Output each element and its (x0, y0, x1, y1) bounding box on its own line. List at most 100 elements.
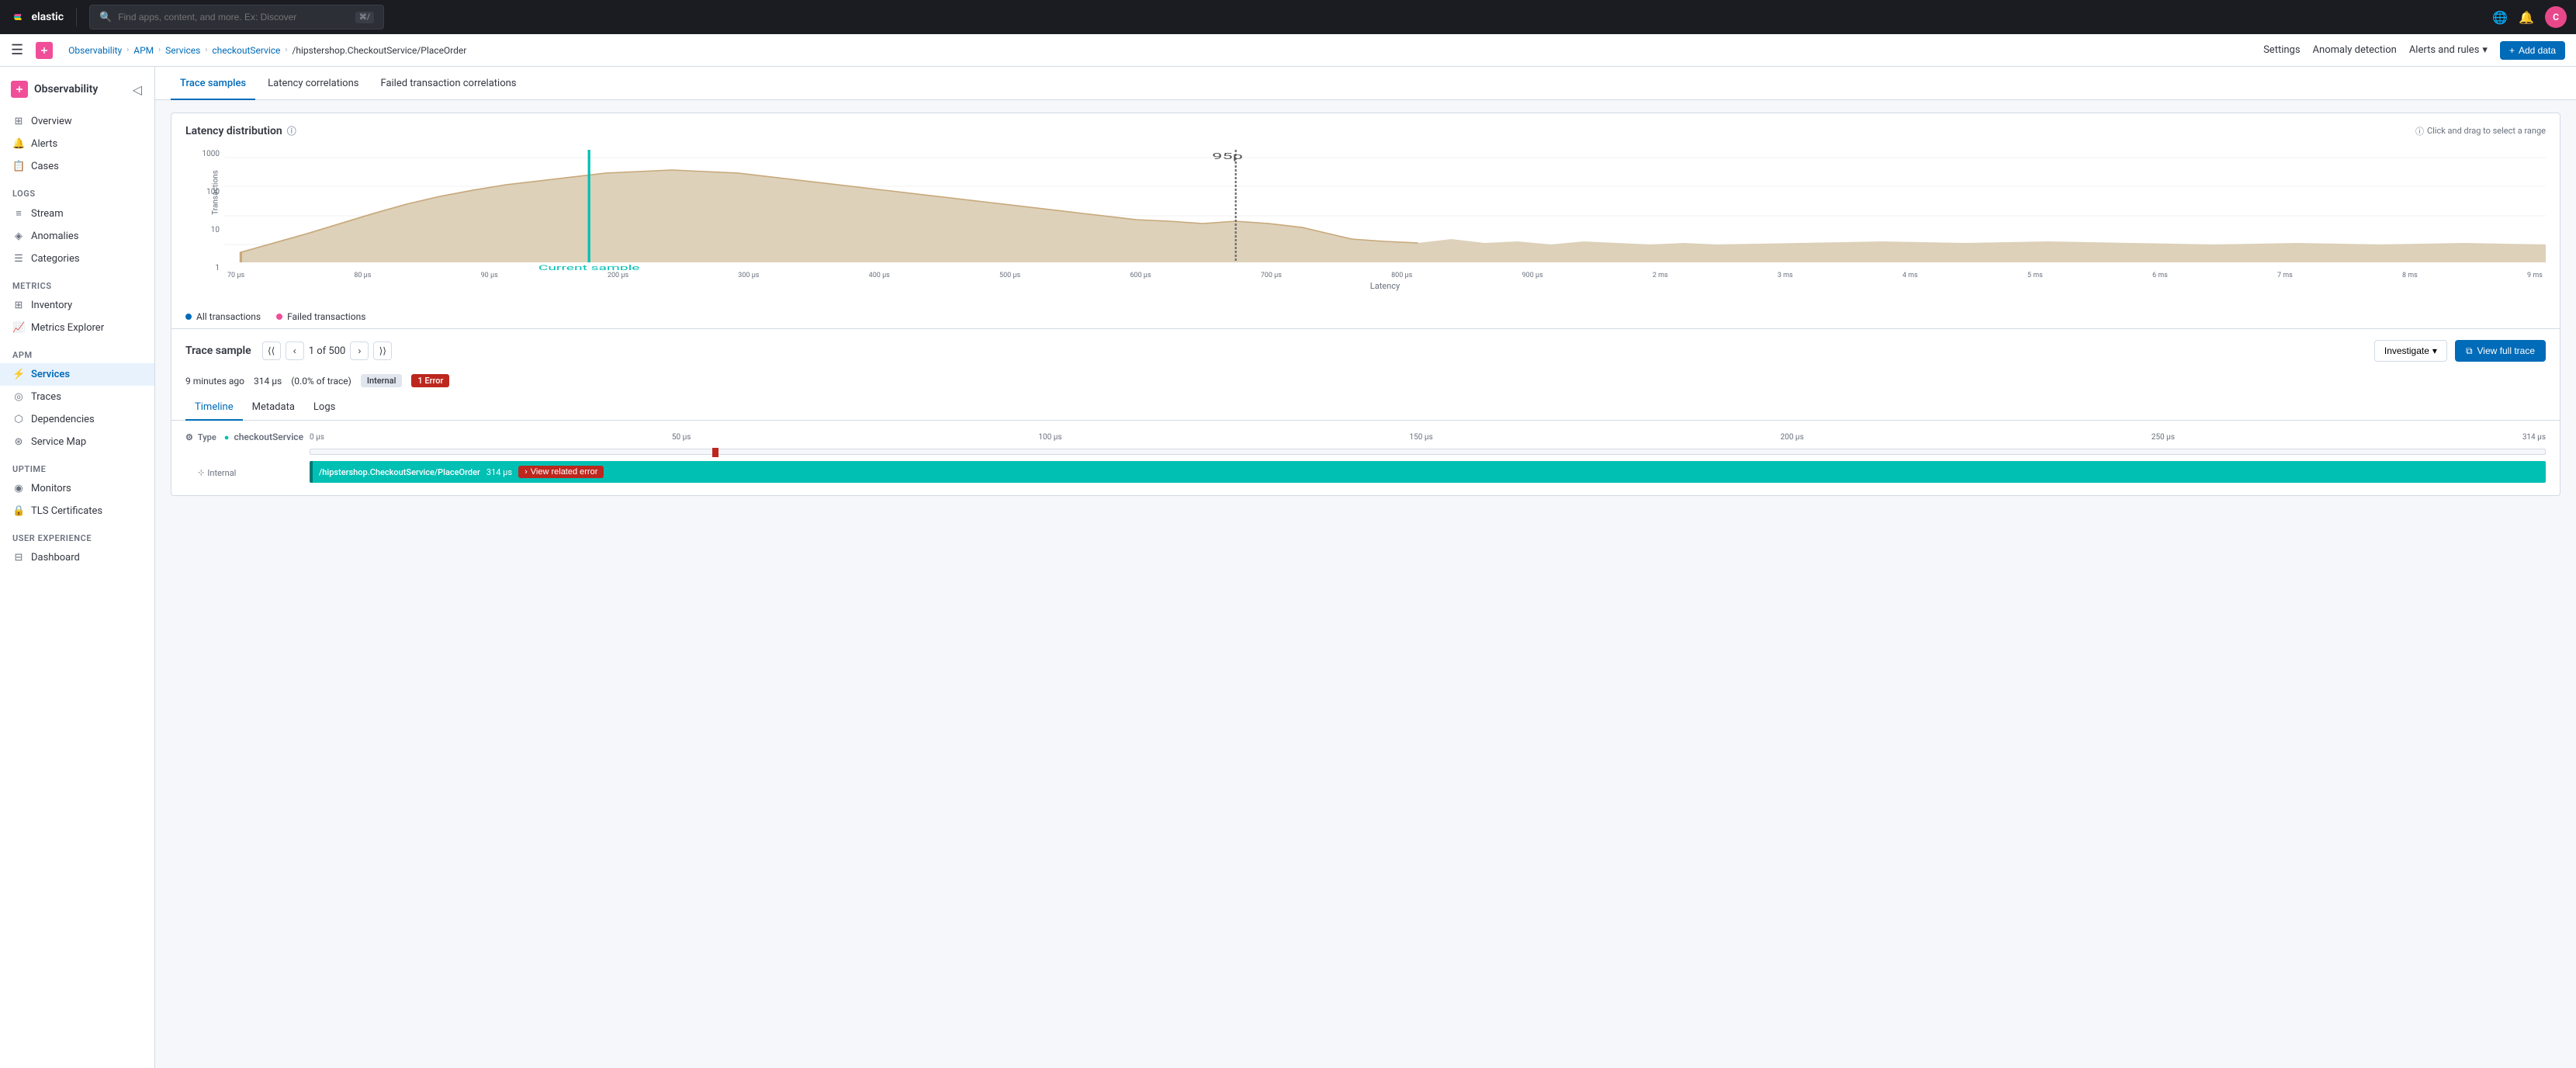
bell-icon[interactable]: 🔔 (2519, 10, 2534, 25)
x-tick-200: 200 µs (608, 272, 628, 279)
user-avatar[interactable]: C (2545, 6, 2567, 28)
main-content: Trace samples Latency correlations Faile… (155, 67, 2576, 1068)
pagination-prev[interactable]: ‹ (286, 342, 304, 360)
sidebar-item-label: Overview (31, 116, 72, 127)
page-tabs: Trace samples Latency correlations Faile… (155, 67, 2576, 100)
external-link-icon: ⧉ (2466, 345, 2473, 357)
sidebar-item-dashboard[interactable]: ⊟ Dashboard (0, 546, 154, 569)
settings-link[interactable]: Settings (2263, 44, 2300, 56)
tick-50: 50 µs (672, 433, 691, 442)
trace-actions: Investigate ▾ ⧉ View full trace (2374, 340, 2546, 362)
svg-text:Current sample: Current sample (538, 264, 640, 270)
sidebar-item-services[interactable]: ⚡ Services (0, 363, 154, 386)
timeline-tabs: Timeline Metadata Logs (171, 395, 2560, 421)
sidebar-item-cases[interactable]: 📋 Cases (0, 155, 154, 178)
tick-100: 100 µs (1038, 433, 1061, 442)
sidebar-item-label: Alerts (31, 138, 57, 150)
breadcrumb-place-order[interactable]: /hipstershop.CheckoutService/PlaceOrder (292, 45, 466, 56)
trace-sample-header: Trace sample ⟨⟨ ‹ 1 of 500 › ⟩⟩ (171, 328, 2560, 369)
sidebar-item-label: Cases (31, 161, 59, 172)
pagination-next[interactable]: › (350, 342, 369, 360)
metrics-explorer-icon: 📈 (12, 322, 25, 334)
tab-logs[interactable]: Logs (304, 395, 345, 421)
sidebar-item-inventory[interactable]: ⊞ Inventory (0, 294, 154, 317)
sidebar-item-label: Inventory (31, 300, 72, 311)
tab-latency-correlations[interactable]: Latency correlations (258, 67, 368, 100)
sidebar-item-categories[interactable]: ☰ Categories (0, 248, 154, 270)
sidebar-item-label: Service Map (31, 436, 86, 448)
plus-icon: + (2509, 45, 2515, 56)
x-tick-90: 90 µs (481, 272, 498, 279)
tab-failed-correlations[interactable]: Failed transaction correlations (371, 67, 525, 100)
breadcrumb-checkout-service[interactable]: checkoutService (212, 45, 280, 56)
anomaly-detection-link[interactable]: Anomaly detection (2313, 44, 2397, 56)
chart-hint: ⓘ Click and drag to select a range (2415, 125, 2546, 137)
sidebar-item-metrics-explorer[interactable]: 📈 Metrics Explorer (0, 317, 154, 339)
pagination-last[interactable]: ⟩⟩ (373, 342, 392, 360)
x-tick-500: 500 µs (999, 272, 1020, 279)
x-tick-5ms: 5 ms (2027, 272, 2043, 279)
sidebar-item-label: Monitors (31, 483, 71, 494)
trace-sample-title: Trace sample (185, 345, 251, 357)
sidebar-item-overview[interactable]: ⊞ Overview (0, 110, 154, 133)
sidebar-item-service-map[interactable]: ⊛ Service Map (0, 431, 154, 453)
sidebar-item-dependencies[interactable]: ⬡ Dependencies (0, 408, 154, 431)
x-tick-400: 400 µs (869, 272, 890, 279)
hamburger-menu[interactable]: ☰ (11, 42, 23, 58)
legend-dot-all (185, 314, 192, 320)
sidebar-item-traces[interactable]: ◎ Traces (0, 386, 154, 408)
alerts-rules-link[interactable]: Alerts and rules ▾ (2409, 44, 2488, 56)
global-search-bar[interactable]: 🔍 ⌘/ (89, 5, 384, 29)
timeline-settings-icon[interactable]: ⚙ (185, 432, 193, 442)
elastic-logo[interactable]: elastic (9, 6, 64, 28)
tab-timeline[interactable]: Timeline (185, 395, 243, 421)
pagination-first[interactable]: ⟨⟨ (262, 342, 281, 360)
sidebar-item-monitors[interactable]: ◉ Monitors (0, 477, 154, 500)
trace-percent: (0.0% of trace) (291, 376, 351, 387)
anomalies-icon: ◈ (12, 231, 25, 242)
investigate-button[interactable]: Investigate ▾ (2374, 340, 2447, 362)
timeline-content: ⚙ Type ● checkoutService 0 µs 50 µs 100 … (171, 421, 2560, 495)
type-column-header: ⚙ Type ● checkoutService (185, 432, 310, 442)
sidebar-item-stream[interactable]: ≡ Stream (0, 202, 154, 225)
sidebar-item-label: Metrics Explorer (31, 322, 104, 334)
x-tick-900: 900 µs (1522, 272, 1542, 279)
badge-error[interactable]: 1 Error (411, 374, 449, 387)
tab-metadata[interactable]: Metadata (243, 395, 304, 421)
tls-icon: 🔒 (12, 505, 25, 517)
x-tick-2ms: 2 ms (1653, 272, 1668, 279)
search-input[interactable] (118, 12, 349, 23)
dashboard-icon: ⊟ (12, 552, 25, 563)
y-tick-1: 1 (215, 264, 220, 272)
hint-info-icon: ⓘ (2415, 125, 2424, 137)
trace-timeline-bar (310, 449, 2546, 455)
panel-title: Latency distribution ⓘ (185, 124, 296, 137)
inventory-icon: ⊞ (12, 300, 25, 311)
x-tick-800: 800 µs (1391, 272, 1412, 279)
breadcrumb-observability[interactable]: Observability (68, 45, 122, 56)
view-related-error-button[interactable]: › View related error (518, 466, 604, 478)
info-icon[interactable]: ⓘ (287, 124, 296, 137)
breadcrumb-services[interactable]: Services (165, 45, 200, 56)
sidebar-item-tls[interactable]: 🔒 TLS Certificates (0, 500, 154, 522)
grpc-icon: ⊹ (198, 469, 204, 477)
badge-internal: Internal (361, 374, 403, 387)
breadcrumb-bar: ☰ Observability › APM › Services › check… (0, 34, 2576, 67)
x-axis-label: Latency (224, 281, 2546, 291)
sidebar-item-anomalies[interactable]: ◈ Anomalies (0, 225, 154, 248)
latency-distribution-panel: Latency distribution ⓘ ⓘ Click and drag … (171, 113, 2560, 496)
sidebar-item-alerts[interactable]: 🔔 Alerts (0, 133, 154, 155)
y-tick-10: 10 (211, 226, 220, 234)
tick-0: 0 µs (310, 433, 324, 442)
x-tick-6ms: 6 ms (2152, 272, 2168, 279)
apm-section-label: APM (0, 344, 154, 363)
chart-legend: All transactions Failed transactions (171, 305, 2560, 328)
globe-icon[interactable]: 🌐 (2492, 10, 2508, 25)
breadcrumb-apm[interactable]: APM (133, 45, 154, 56)
search-shortcut: ⌘/ (355, 12, 374, 23)
top-navigation-bar: elastic 🔍 ⌘/ 🌐 🔔 C (0, 0, 2576, 34)
tab-trace-samples[interactable]: Trace samples (171, 67, 255, 100)
view-full-trace-button[interactable]: ⧉ View full trace (2455, 340, 2546, 362)
sidebar-collapse-button[interactable]: ◁ (133, 82, 142, 97)
add-data-button[interactable]: + Add data (2500, 41, 2565, 60)
